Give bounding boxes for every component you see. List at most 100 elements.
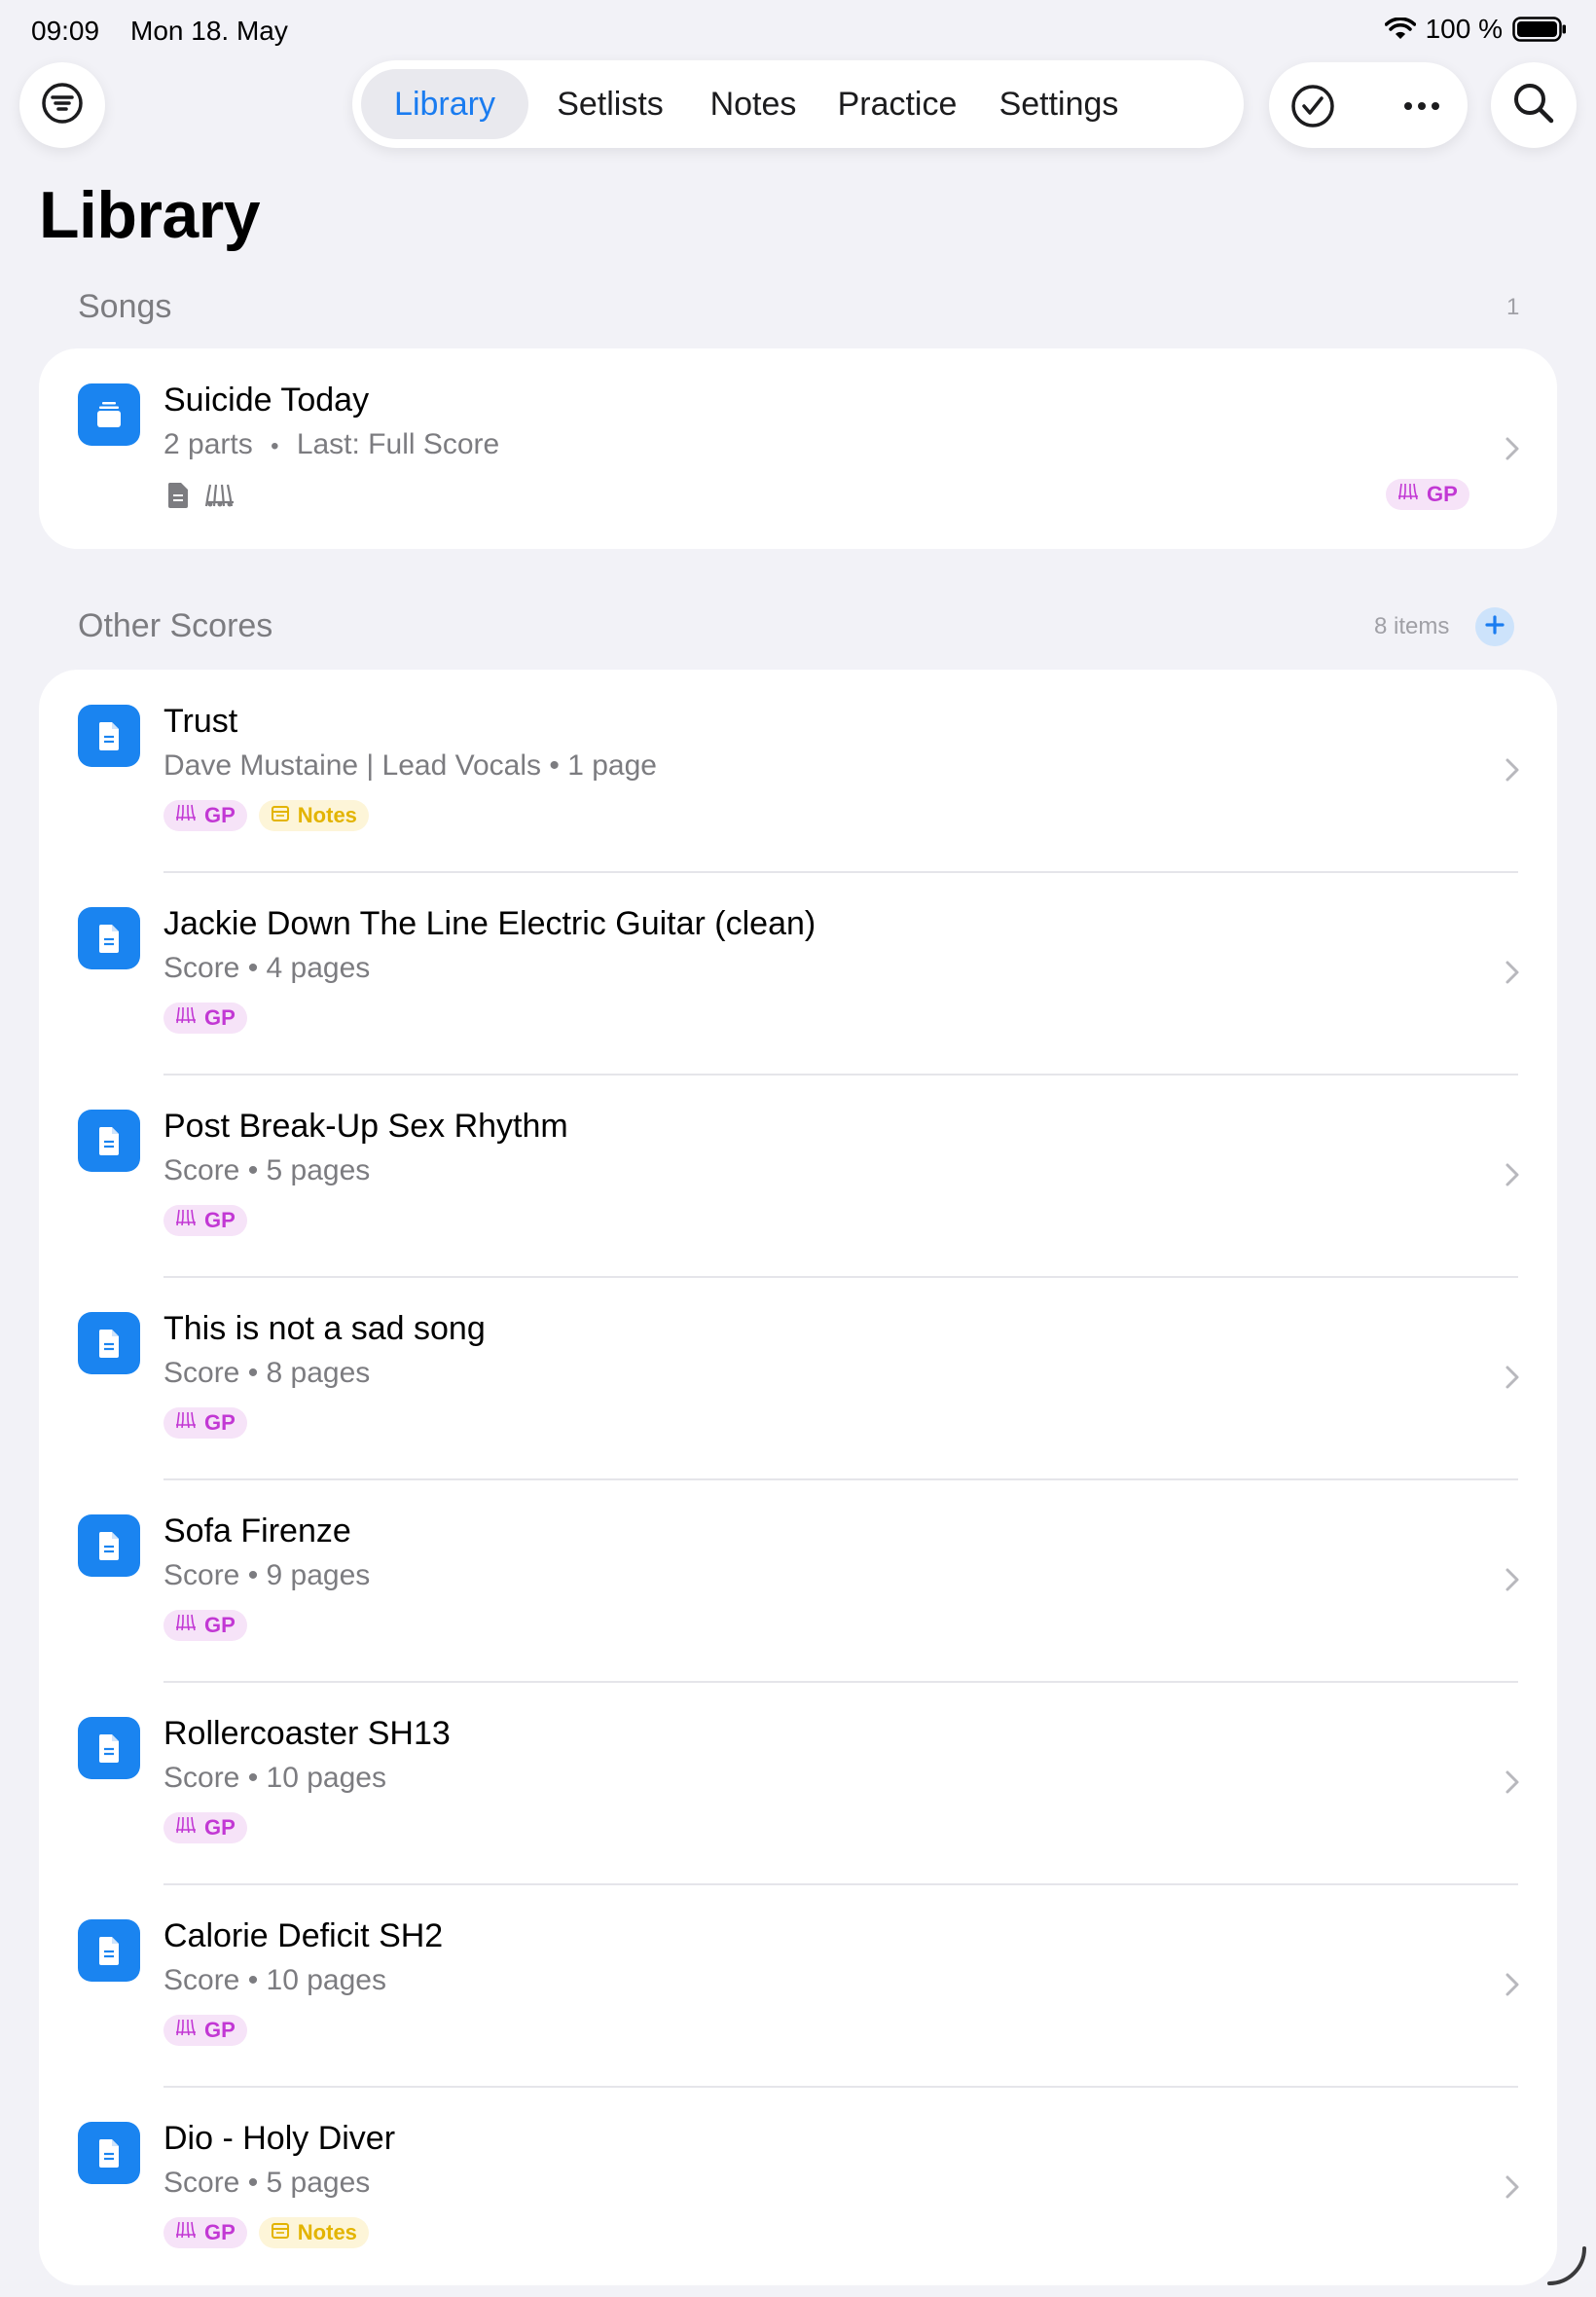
chevron-right-icon	[1503, 958, 1522, 987]
score-row[interactable]: Rollercoaster SH13 Score • 10 pages GP	[39, 1682, 1557, 1885]
score-row[interactable]: Calorie Deficit SH2 Score • 10 pages GP	[39, 1884, 1557, 2088]
tab-settings[interactable]: Settings	[981, 69, 1137, 139]
chevron-right-icon	[1503, 755, 1522, 784]
gp-badge: GP	[163, 1205, 247, 1236]
resize-handle-icon[interactable]	[1543, 2242, 1590, 2294]
gp-badge-label: GP	[204, 1208, 236, 1232]
document-icon	[78, 1110, 140, 1172]
song-parts: 2 parts	[163, 428, 253, 460]
notes-icon	[271, 2220, 290, 2245]
checkmark-circle-icon[interactable]	[1290, 84, 1335, 128]
gp-badge-label: GP	[204, 1410, 236, 1435]
gp-badge: GP	[1386, 479, 1469, 510]
gp-badge: GP	[163, 1003, 247, 1034]
song-stack-icon	[78, 383, 140, 446]
scores-card: Trust Dave Mustaine | Lead Vocals • 1 pag…	[39, 670, 1557, 2285]
chevron-right-icon	[1503, 1160, 1522, 1189]
guitar-pro-icon	[175, 2220, 197, 2245]
score-row[interactable]: Dio - Holy Diver Score • 5 pages GP Notes	[39, 2087, 1557, 2289]
score-subtitle: Score • 10 pages	[163, 1964, 386, 1996]
score-subtitle: Score • 5 pages	[163, 2167, 371, 2199]
song-subtitle: 2 parts • Last: Full Score	[163, 428, 499, 461]
filter-button[interactable]	[19, 62, 105, 148]
other-scores-section-header: Other Scores	[78, 607, 273, 644]
tab-setlists[interactable]: Setlists	[537, 69, 683, 139]
song-row[interactable]: Suicide Today 2 parts • Last: Full Score	[39, 348, 1557, 549]
ellipsis-icon[interactable]	[1399, 84, 1444, 128]
guitar-pro-icon	[1397, 482, 1419, 507]
search-button[interactable]	[1491, 62, 1577, 148]
document-icon	[78, 1514, 140, 1577]
score-badges: GP	[163, 1610, 247, 1641]
add-score-button[interactable]	[1475, 607, 1514, 646]
score-title: Sofa Firenze	[163, 1513, 351, 1550]
gp-badge-label: GP	[1427, 482, 1458, 506]
guitar-tab-part-icon	[204, 481, 236, 515]
tab-bar: Library Setlists Notes Practice Settings	[352, 60, 1244, 148]
gp-badge-label: GP	[204, 2220, 236, 2244]
song-part-icons	[165, 481, 236, 515]
gp-badge: GP	[163, 800, 247, 831]
notes-badge: Notes	[258, 800, 369, 831]
page-title: Library	[39, 178, 261, 252]
score-badges: GP	[163, 1003, 247, 1034]
gp-badge-label: GP	[204, 2018, 236, 2042]
gp-badge-label: GP	[204, 1613, 236, 1637]
guitar-pro-icon	[175, 1815, 197, 1841]
score-subtitle: Score • 8 pages	[163, 1357, 371, 1389]
separator-dot: •	[271, 433, 279, 459]
chevron-right-icon	[1503, 1768, 1522, 1797]
gp-badge-label: GP	[204, 803, 236, 827]
chevron-right-icon	[1503, 434, 1522, 463]
notes-badge-label: Notes	[297, 2220, 357, 2244]
gp-badge: GP	[163, 2015, 247, 2046]
score-row[interactable]: Sofa Firenze Score • 9 pages GP	[39, 1479, 1557, 1683]
score-badges: GP	[163, 1812, 247, 1843]
score-subtitle: Score • 4 pages	[163, 952, 371, 984]
tab-practice[interactable]: Practice	[823, 69, 971, 139]
guitar-pro-icon	[175, 803, 197, 828]
battery-percentage: 100 %	[1425, 14, 1503, 44]
status-indicators: 100 %	[1384, 14, 1567, 45]
score-badges: GP	[163, 1407, 247, 1439]
notes-badge-label: Notes	[297, 803, 357, 827]
song-last-part: Last: Full Score	[296, 428, 500, 460]
plus-icon	[1484, 614, 1505, 640]
score-title: Jackie Down The Line Electric Guitar (cl…	[163, 905, 816, 942]
chevron-right-icon	[1503, 1970, 1522, 1999]
score-badges: GP Notes	[163, 2217, 369, 2248]
score-subtitle: Score • 9 pages	[163, 1559, 371, 1591]
document-icon	[78, 907, 140, 969]
score-row[interactable]: Trust Dave Mustaine | Lead Vocals • 1 pag…	[39, 670, 1557, 873]
score-title: This is not a sad song	[163, 1310, 486, 1347]
score-title: Post Break-Up Sex Rhythm	[163, 1108, 568, 1145]
scores-count: 8 items	[1374, 613, 1450, 639]
score-title: Rollercoaster SH13	[163, 1715, 451, 1752]
guitar-pro-icon	[175, 2018, 197, 2043]
gp-badge-label: GP	[204, 1005, 236, 1030]
status-date: Mon 18. May	[130, 16, 288, 46]
gp-badge-label: GP	[204, 1815, 236, 1840]
document-icon	[78, 1312, 140, 1374]
score-subtitle: Dave Mustaine | Lead Vocals • 1 page	[163, 749, 657, 782]
action-pill	[1269, 62, 1468, 148]
notes-badge: Notes	[258, 2217, 369, 2248]
score-row[interactable]: This is not a sad song Score • 8 pages GP	[39, 1277, 1557, 1480]
score-row[interactable]: Jackie Down The Line Electric Guitar (cl…	[39, 872, 1557, 1076]
score-title: Trust	[163, 703, 238, 740]
guitar-pro-icon	[175, 1410, 197, 1436]
gp-badge: GP	[163, 1812, 247, 1843]
document-icon	[78, 1717, 140, 1779]
gp-badge: GP	[163, 1610, 247, 1641]
filter-circle-icon	[40, 81, 85, 130]
song-title: Suicide Today	[163, 382, 370, 419]
score-title: Calorie Deficit SH2	[163, 1917, 444, 1954]
document-part-icon	[165, 481, 191, 515]
guitar-pro-icon	[175, 1208, 197, 1233]
tab-library[interactable]: Library	[361, 69, 528, 139]
score-row[interactable]: Post Break-Up Sex Rhythm Score • 5 pages G…	[39, 1075, 1557, 1278]
chevron-right-icon	[1503, 1363, 1522, 1392]
status-bar: 09:09 Mon 18. May 100 %	[0, 0, 1596, 58]
gp-badge: GP	[163, 2217, 247, 2248]
tab-notes[interactable]: Notes	[693, 69, 814, 139]
